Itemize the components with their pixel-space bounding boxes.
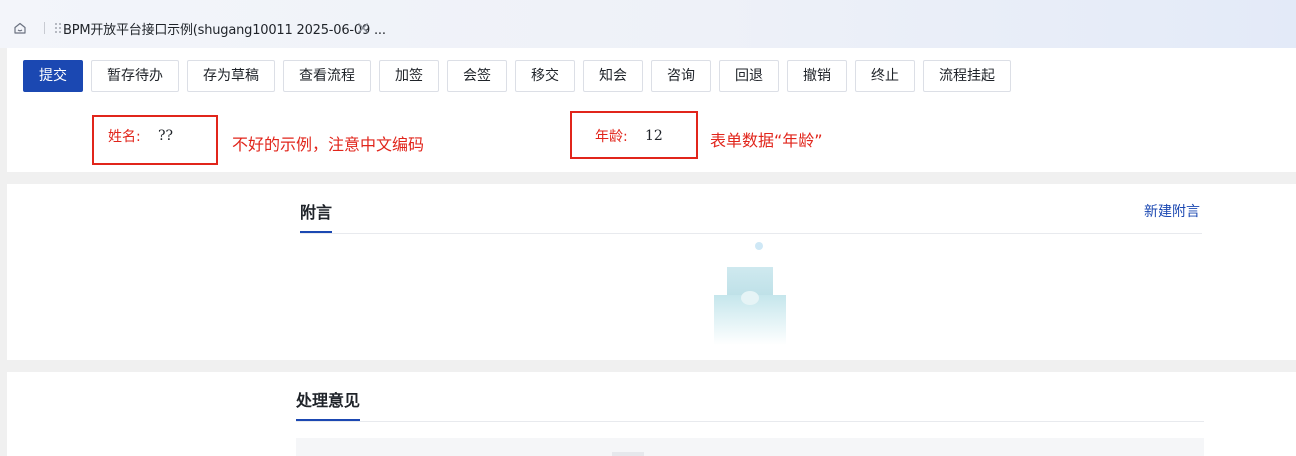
save-draft-button[interactable]: 存为草稿 xyxy=(187,60,275,92)
attachment-section: 附言 新建附言 xyxy=(7,184,1296,360)
drag-handle-icon[interactable] xyxy=(54,21,62,35)
form-page: 提交 暂存待办 存为草稿 查看流程 加签 会签 移交 知会 咨询 回退 撤销 终… xyxy=(7,48,1296,172)
attachment-title[interactable]: 附言 xyxy=(300,199,332,223)
consult-button[interactable]: 咨询 xyxy=(651,60,711,92)
name-label: 姓名: xyxy=(108,129,141,145)
opinion-title[interactable]: 处理意见 xyxy=(296,387,360,411)
view-flow-button[interactable]: 查看流程 xyxy=(283,60,371,92)
tab-separator xyxy=(44,22,45,34)
opinion-section: 处理意见 xyxy=(7,372,1296,456)
return-button[interactable]: 回退 xyxy=(719,60,779,92)
new-attachment-link[interactable]: 新建附言 xyxy=(1144,201,1200,221)
opinion-placeholder xyxy=(612,452,644,456)
empty-box-illustration xyxy=(714,242,786,345)
notify-button[interactable]: 知会 xyxy=(583,60,643,92)
suspend-flow-button[interactable]: 流程挂起 xyxy=(923,60,1011,92)
name-value: ?? xyxy=(158,128,174,144)
tab-bar: BPM开放平台接口示例(shugang10011 2025-06-09 ... xyxy=(0,0,1296,48)
name-field[interactable]: 姓名: ?? xyxy=(92,115,218,165)
home-icon[interactable] xyxy=(13,21,27,35)
age-label: 年龄: xyxy=(595,129,628,145)
tab-title[interactable]: BPM开放平台接口示例(shugang10011 2025-06-09 ... xyxy=(63,19,386,38)
terminate-button[interactable]: 终止 xyxy=(855,60,915,92)
opinion-divider xyxy=(296,421,1204,422)
revoke-button[interactable]: 撤销 xyxy=(787,60,847,92)
name-annotation: 不好的示例，注意中文编码 xyxy=(232,135,425,154)
add-signer-button[interactable]: 加签 xyxy=(379,60,439,92)
attachment-divider xyxy=(300,233,1202,234)
age-value: 12 xyxy=(645,128,663,144)
opinion-panel xyxy=(296,438,1204,456)
transfer-button[interactable]: 移交 xyxy=(515,60,575,92)
save-todo-button[interactable]: 暂存待办 xyxy=(91,60,179,92)
countersign-button[interactable]: 会签 xyxy=(447,60,507,92)
submit-button[interactable]: 提交 xyxy=(23,60,83,92)
age-field[interactable]: 年龄: 12 xyxy=(570,111,698,159)
close-icon[interactable] xyxy=(356,21,370,35)
age-annotation: 表单数据“年龄” xyxy=(710,131,823,150)
